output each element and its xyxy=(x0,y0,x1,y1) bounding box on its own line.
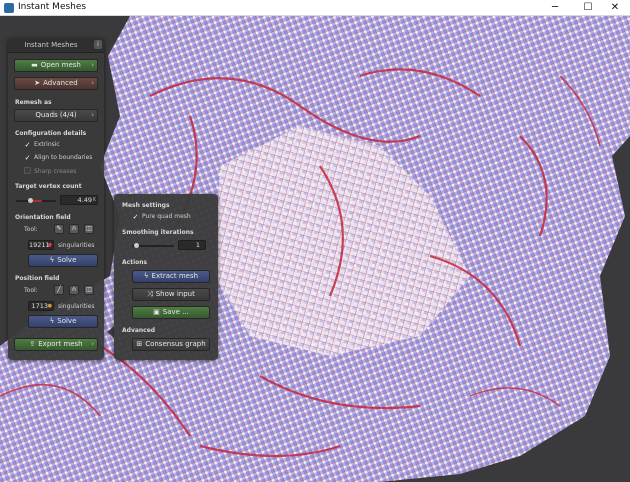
popup-pointer xyxy=(107,326,114,338)
export-mesh-label: Export mesh xyxy=(38,340,83,348)
attractor-tool-icon[interactable]: ∩ xyxy=(69,285,79,295)
close-button[interactable]: ✕ xyxy=(600,0,630,16)
advanced-label: Advanced xyxy=(43,79,78,87)
orientation-tool-label: Tool: xyxy=(24,226,38,233)
smoothing-iterations-label: Smoothing iterations xyxy=(122,229,194,236)
app-icon xyxy=(4,3,14,13)
checkmark-icon: ✓ xyxy=(24,154,31,162)
align-boundaries-checkbox[interactable]: ✓ Align to boundaries xyxy=(24,154,93,162)
chevron-right-icon: › xyxy=(91,61,94,69)
scan-tool-icon[interactable]: ◫ xyxy=(84,285,94,295)
mesh-settings-label: Mesh settings xyxy=(122,202,170,209)
extrinsic-checkbox[interactable]: ✓ Extrinsic xyxy=(24,141,60,149)
popup-advanced-label: Advanced xyxy=(122,327,156,334)
position-tool-label: Tool: xyxy=(24,287,38,294)
pure-quad-label: Pure quad mesh xyxy=(142,213,191,220)
open-mesh-label: Open mesh xyxy=(40,61,81,69)
remesh-as-value: Quads (4/4) xyxy=(35,111,77,119)
orientation-singularities-field: 19211 ● xyxy=(28,240,54,250)
target-vertex-value: 4.49 xyxy=(77,196,92,204)
window-titlebar: Instant Meshes ─ ☐ ✕ xyxy=(0,0,630,16)
sharp-creases-label: Sharp creases xyxy=(34,168,77,175)
minimize-button[interactable]: ─ xyxy=(540,0,570,16)
lightning-icon: ϟ xyxy=(143,272,149,280)
position-singularities-value: 1713 xyxy=(31,302,48,310)
position-singularities-field: 1713 ● xyxy=(28,301,54,311)
chevron-right-icon: › xyxy=(91,79,94,87)
maximize-button[interactable]: ☐ xyxy=(573,0,603,16)
remesh-as-label: Remesh as xyxy=(15,99,52,106)
smoothing-value-field[interactable]: 1 xyxy=(178,240,206,250)
folder-icon: ▬ xyxy=(31,61,38,69)
chevron-right-icon: › xyxy=(91,340,94,348)
target-vertex-slider-knob[interactable] xyxy=(28,198,33,203)
line-tool-icon[interactable]: ╱ xyxy=(54,285,64,295)
checkbox-box xyxy=(24,167,31,174)
sharp-creases-checkbox[interactable]: Sharp creases xyxy=(24,167,76,175)
export-mesh-button[interactable]: ⇪ Export mesh › xyxy=(14,338,98,351)
shuffle-icon: ⤨ xyxy=(147,290,153,298)
position-solve-button[interactable]: ϟ Solve xyxy=(28,315,98,328)
comb-tool-icon[interactable]: ✎ xyxy=(54,224,64,234)
actions-label: Actions xyxy=(122,259,148,266)
orientation-singularities-label: singularities xyxy=(58,242,95,249)
show-input-button[interactable]: ⤨ Show input xyxy=(132,288,210,301)
attractor-tool-icon[interactable]: ∩ xyxy=(69,224,79,234)
save-icon: ▣ xyxy=(153,308,160,316)
orientation-solve-label: Solve xyxy=(57,256,77,264)
align-boundaries-label: Align to boundaries xyxy=(34,154,93,161)
advanced-button[interactable]: ➤ Advanced › xyxy=(14,77,98,90)
export-icon: ⇪ xyxy=(29,340,36,348)
chevron-right-icon: › xyxy=(91,111,94,119)
rocket-icon: ➤ xyxy=(34,79,41,87)
show-input-label: Show input xyxy=(155,290,195,298)
remesh-as-dropdown[interactable]: Quads (4/4) › xyxy=(14,109,98,122)
position-field-label: Position field xyxy=(15,275,60,282)
singularity-marker-icon: ● xyxy=(47,242,52,248)
pure-quad-checkbox[interactable]: ✓ Pure quad mesh xyxy=(132,213,191,221)
smoothing-slider-knob[interactable] xyxy=(134,243,139,248)
extract-mesh-label: Extract mesh xyxy=(151,272,199,280)
window-title: Instant Meshes xyxy=(18,2,87,12)
lightning-icon: ϟ xyxy=(49,256,55,264)
configuration-details-label: Configuration details xyxy=(15,130,87,137)
target-vertex-count-label: Target vertex count xyxy=(15,183,82,190)
save-label: Save ... xyxy=(162,308,189,316)
consensus-graph-button[interactable]: ⊞ Consensus graph xyxy=(132,338,210,351)
export-popup: Mesh settings ✓ Pure quad mesh Smoothing … xyxy=(114,194,218,360)
scan-tool-icon[interactable]: ◫ xyxy=(84,224,94,234)
orientation-field-label: Orientation field xyxy=(15,214,71,221)
panel-title: Instant Meshes xyxy=(24,41,78,49)
checkmark-icon: ✓ xyxy=(24,141,31,149)
checkmark-icon: ✓ xyxy=(132,213,139,221)
graph-icon: ⊞ xyxy=(136,340,143,348)
orientation-singularities-value: 19211 xyxy=(29,241,50,249)
extrinsic-label: Extrinsic xyxy=(34,141,60,148)
consensus-graph-label: Consensus graph xyxy=(145,340,206,348)
singularity-marker-icon: ● xyxy=(47,303,52,309)
open-mesh-button[interactable]: ▬ Open mesh › xyxy=(14,59,98,72)
target-vertex-unit: K xyxy=(92,197,96,203)
position-singularities-label: singularities xyxy=(58,303,95,310)
panel-header: Instant Meshes i xyxy=(8,38,104,53)
save-button[interactable]: ▣ Save ... xyxy=(132,306,210,319)
extract-mesh-button[interactable]: ϟ Extract mesh xyxy=(132,270,210,283)
orientation-solve-button[interactable]: ϟ Solve xyxy=(28,254,98,267)
lightning-icon: ϟ xyxy=(49,317,55,325)
target-vertex-field[interactable]: 4.49 K xyxy=(60,195,98,205)
position-solve-label: Solve xyxy=(57,317,77,325)
info-button[interactable]: i xyxy=(94,40,102,49)
instant-meshes-panel: Instant Meshes i ▬ Open mesh › ➤ Advanced … xyxy=(8,38,104,360)
mesh-viewport[interactable]: Instant Meshes i ▬ Open mesh › ➤ Advanced … xyxy=(0,16,630,482)
smoothing-value: 1 xyxy=(195,241,200,249)
